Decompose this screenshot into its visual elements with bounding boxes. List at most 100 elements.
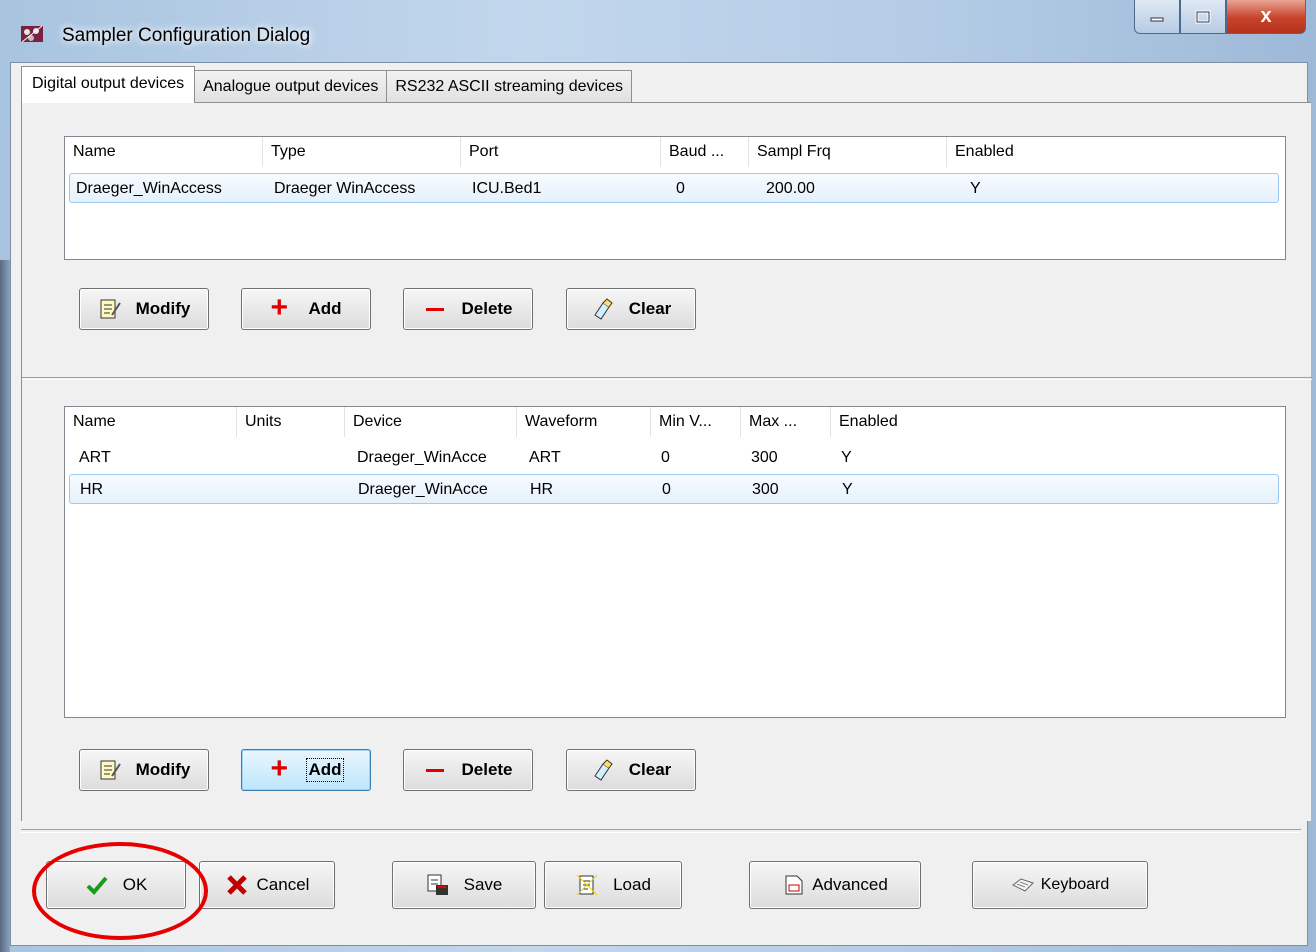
load-button[interactable]: Load <box>544 861 682 909</box>
dialog-client: Digital output devices Analogue output d… <box>10 62 1312 946</box>
cell-name: ART <box>79 449 111 466</box>
devices-delete-button[interactable]: Delete <box>403 288 533 330</box>
cell-enabled: Y <box>842 481 853 498</box>
save-button[interactable]: Save <box>392 861 536 909</box>
column-header-name[interactable]: Name <box>65 407 237 437</box>
minus-icon <box>423 768 447 772</box>
section-divider <box>22 377 1312 380</box>
devices-clear-button[interactable]: Clear <box>566 288 696 330</box>
cancel-label: Cancel <box>256 875 310 894</box>
tab-strip: Digital output devices Analogue output d… <box>21 66 633 103</box>
devices-modify-button[interactable]: Modify <box>79 288 209 330</box>
cell-name: Draeger_WinAccess <box>76 180 222 197</box>
tab-analogue-output-devices[interactable]: Analogue output devices <box>194 70 388 103</box>
plus-icon: + <box>270 752 288 785</box>
app-icon <box>21 25 43 43</box>
tab-rs232-ascii-streaming-devices[interactable]: RS232 ASCII streaming devices <box>386 70 633 103</box>
column-header-name[interactable]: Name <box>65 137 263 167</box>
advanced-icon <box>785 875 803 895</box>
cell-units <box>242 475 350 505</box>
cell-baud: 0 <box>676 180 685 197</box>
delete-label: Delete <box>461 299 513 318</box>
tab-panel: Name Type Port Baud ... Sampl Frq Enable… <box>21 102 1312 821</box>
checkmark-icon <box>86 876 108 895</box>
maximize-button[interactable] <box>1180 0 1226 34</box>
clear-icon <box>594 298 613 320</box>
signals-clear-button[interactable]: Clear <box>566 749 696 791</box>
cell-device: Draeger_WinAcce <box>358 481 488 498</box>
title-bar[interactable]: Sampler Configuration Dialog x <box>0 0 1316 62</box>
keyboard-button[interactable]: Keyboard <box>972 861 1148 909</box>
signals-modify-button[interactable]: Modify <box>79 749 209 791</box>
devices-add-button[interactable]: + Add <box>241 288 371 330</box>
column-header-type[interactable]: Type <box>263 137 461 167</box>
advanced-button[interactable]: Advanced <box>749 861 921 909</box>
devices-list-header: Name Type Port Baud ... Sampl Frq Enable… <box>65 137 1285 167</box>
column-header-enabled[interactable]: Enabled <box>831 407 1285 437</box>
advanced-label: Advanced <box>812 875 888 894</box>
column-header-sampl-frq[interactable]: Sampl Frq <box>749 137 947 167</box>
close-button[interactable]: x <box>1226 0 1306 34</box>
keyboard-icon <box>1011 878 1034 892</box>
modify-icon <box>100 760 121 780</box>
table-row[interactable]: Draeger_WinAccess Draeger WinAccess ICU.… <box>69 173 1279 203</box>
maximize-icon <box>1195 10 1211 23</box>
column-header-waveform[interactable]: Waveform <box>517 407 651 437</box>
cell-max: 300 <box>752 481 779 498</box>
column-header-port[interactable]: Port <box>461 137 661 167</box>
ok-button[interactable]: OK <box>46 861 186 909</box>
footer-separator <box>21 829 1301 833</box>
dialog-window: Sampler Configuration Dialog x Digital o… <box>0 0 1316 952</box>
modify-icon <box>100 299 121 319</box>
cell-waveform: HR <box>530 481 554 498</box>
cell-device: Draeger_WinAcce <box>357 449 487 466</box>
plus-icon: + <box>270 291 288 324</box>
cell-enabled: Y <box>970 180 981 197</box>
column-header-max[interactable]: Max ... <box>741 407 831 437</box>
minimize-button[interactable] <box>1134 0 1180 34</box>
cell-units <box>241 443 349 473</box>
signals-delete-button[interactable]: Delete <box>403 749 533 791</box>
cancel-button[interactable]: Cancel <box>199 861 335 909</box>
window-controls: x <box>1134 0 1306 36</box>
cell-max: 300 <box>751 449 778 466</box>
clear-label: Clear <box>628 760 672 779</box>
cancel-x-icon <box>226 875 247 895</box>
clear-icon <box>594 759 613 781</box>
column-header-min-v[interactable]: Min V... <box>651 407 741 437</box>
column-header-device[interactable]: Device <box>345 407 517 437</box>
signals-list[interactable]: Name Units Device Waveform Min V... Max … <box>64 406 1286 718</box>
minimize-icon <box>1150 17 1164 21</box>
table-row[interactable]: HR Draeger_WinAcce HR 0 300 Y <box>69 474 1279 504</box>
modify-label: Modify <box>135 299 191 318</box>
cell-enabled: Y <box>841 449 852 466</box>
minus-icon <box>423 307 447 311</box>
cell-sampl-frq: 200.00 <box>766 180 815 197</box>
save-label: Save <box>463 875 503 894</box>
table-row[interactable]: ART Draeger_WinAcce ART 0 300 Y <box>69 443 1279 473</box>
close-icon: x <box>1260 5 1272 27</box>
devices-list[interactable]: Name Type Port Baud ... Sampl Frq Enable… <box>64 136 1286 260</box>
ok-label: OK <box>122 875 148 894</box>
save-icon <box>427 874 448 895</box>
cell-port: ICU.Bed1 <box>472 180 542 197</box>
column-header-baud[interactable]: Baud ... <box>661 137 749 167</box>
keyboard-label: Keyboard <box>1040 876 1110 893</box>
signals-list-header: Name Units Device Waveform Min V... Max … <box>65 407 1285 437</box>
tab-digital-output-devices[interactable]: Digital output devices <box>21 66 196 103</box>
modify-label: Modify <box>135 760 191 779</box>
clear-label: Clear <box>628 299 672 318</box>
signals-add-button[interactable]: + Add <box>241 749 371 791</box>
cell-min-v: 0 <box>661 449 670 466</box>
cell-waveform: ART <box>529 449 561 466</box>
column-header-units[interactable]: Units <box>237 407 345 437</box>
add-label: Add <box>306 758 344 782</box>
window-edge <box>0 260 10 952</box>
cell-type: Draeger WinAccess <box>274 180 416 197</box>
load-icon <box>576 874 598 896</box>
window-title: Sampler Configuration Dialog <box>62 25 311 46</box>
cell-min-v: 0 <box>662 481 671 498</box>
cell-name: HR <box>80 481 104 498</box>
column-header-enabled[interactable]: Enabled <box>947 137 1285 167</box>
add-label: Add <box>308 299 342 318</box>
